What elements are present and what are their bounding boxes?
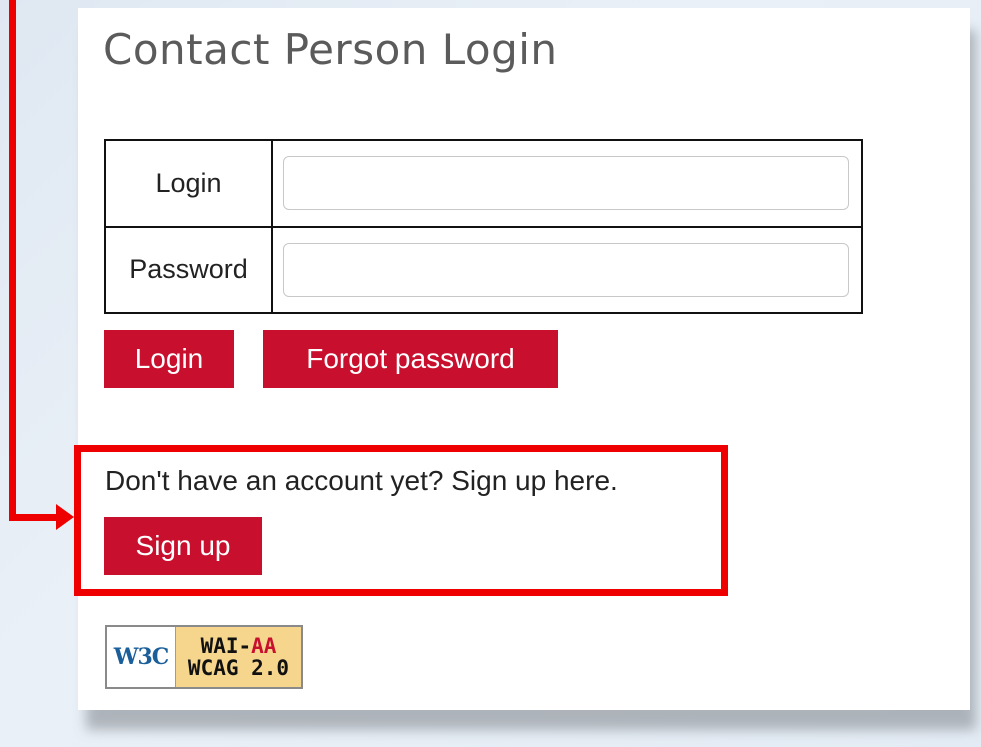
- wcag-level-panel: WAI-AA WCAG 2.0: [175, 627, 301, 687]
- login-form-table: Login Password: [104, 139, 863, 314]
- wcag-version-label: WCAG 2.0: [187, 656, 290, 680]
- annotation-arrow-line-horizontal: [9, 514, 61, 521]
- aa-level: AA: [251, 634, 277, 658]
- annotation-arrowhead-icon: [56, 504, 74, 530]
- login-label: Login: [104, 139, 273, 228]
- sign-up-button[interactable]: Sign up: [104, 517, 262, 575]
- wai-prefix: WAI-: [200, 634, 252, 658]
- w3c-logo: W3C: [107, 627, 175, 687]
- password-label: Password: [104, 225, 273, 314]
- login-input[interactable]: [283, 156, 849, 211]
- password-input[interactable]: [283, 242, 849, 297]
- annotation-arrow-line-vertical: [9, 0, 16, 521]
- wai-aa-label: WAI-AA: [201, 635, 277, 657]
- w3c-wcag-badge[interactable]: W3C WAI-AA WCAG 2.0: [105, 625, 303, 689]
- signup-prompt: Don't have an account yet? Sign up here.: [105, 465, 618, 496]
- login-row: Login: [104, 139, 863, 228]
- login-field-cell: [271, 139, 863, 228]
- password-row: Password: [104, 225, 863, 314]
- password-field-cell: [271, 225, 863, 314]
- login-button[interactable]: Login: [104, 330, 234, 388]
- forgot-password-button[interactable]: Forgot password: [263, 330, 558, 388]
- page-title: Contact Person Login: [103, 25, 558, 74]
